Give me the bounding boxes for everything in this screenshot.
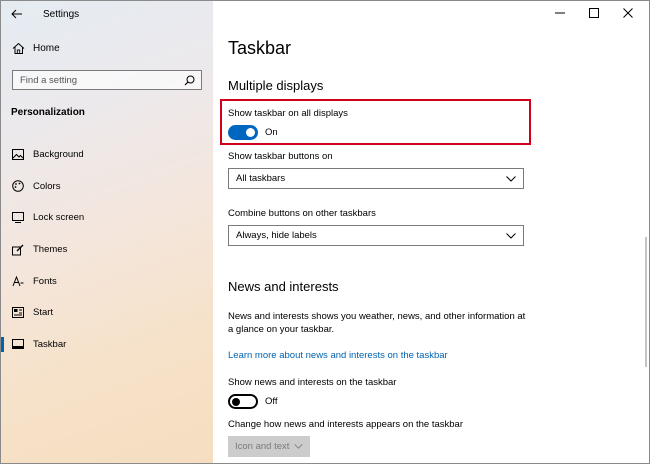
chevron-down-icon: [506, 175, 516, 182]
sidebar-item-label: Background: [33, 149, 84, 161]
sidebar-item-label: Fonts: [33, 275, 57, 287]
sidebar-item-label: Start: [33, 307, 54, 319]
sidebar-item-label: Themes: [33, 244, 68, 256]
lock-screen-icon: [11, 211, 25, 225]
chevron-down-icon: [294, 444, 303, 449]
taskbar-buttons-on-dropdown[interactable]: All taskbars: [228, 168, 524, 189]
sidebar-item-fonts[interactable]: Fonts: [1, 265, 213, 297]
sidebar-item-background[interactable]: Background: [1, 139, 213, 171]
chevron-down-icon: [506, 232, 516, 239]
sidebar-item-start[interactable]: Start: [1, 297, 213, 329]
search-icon[interactable]: [184, 75, 195, 86]
combine-buttons-label: Combine buttons on other taskbars: [228, 208, 376, 219]
search-box[interactable]: [12, 70, 202, 90]
title-bar: Settings: [1, 1, 213, 27]
show-taskbar-all-displays-toggle-row: On: [228, 125, 278, 140]
news-learn-more-link[interactable]: Learn more about news and interests on t…: [228, 350, 448, 361]
back-arrow-icon: [11, 9, 22, 19]
sidebar-item-label: Lock screen: [33, 212, 85, 224]
sidebar-item-label: Taskbar: [33, 338, 67, 350]
main-content: Taskbar Multiple displays Show taskbar o…: [213, 1, 649, 463]
page-title: Taskbar: [228, 38, 292, 58]
show-news-toggle-row: Off: [228, 394, 278, 409]
news-appearance-dropdown[interactable]: Icon and text: [228, 436, 310, 457]
taskbar-icon: [11, 337, 25, 351]
sidebar-item-label: Colors: [33, 180, 61, 192]
toggle-state-label: Off: [265, 396, 278, 407]
sidebar-item-lock-screen[interactable]: Lock screen: [1, 202, 213, 234]
section-label: Personalization: [11, 107, 85, 118]
toggle-knob: [232, 397, 240, 406]
settings-window: Settings Home Personalization Background…: [0, 0, 650, 464]
taskbar-buttons-on-label: Show taskbar buttons on: [228, 151, 333, 162]
scrollbar[interactable]: [645, 237, 647, 367]
back-button[interactable]: [3, 1, 31, 27]
sidebar-nav: Background Colors Lock screen Themes Fon…: [1, 139, 213, 360]
brush-icon: [11, 243, 25, 257]
sidebar-item-taskbar[interactable]: Taskbar: [1, 329, 213, 361]
section-heading-news-and-interests: News and interests: [228, 279, 339, 294]
image-icon: [11, 148, 25, 162]
toggle-knob: [246, 128, 255, 137]
show-taskbar-all-displays-toggle[interactable]: [228, 125, 258, 140]
home-icon: [11, 41, 25, 55]
dropdown-value: Icon and text: [235, 441, 290, 452]
change-news-appearance-label: Change how news and interests appears on…: [228, 419, 464, 430]
section-heading-multiple-displays: Multiple displays: [228, 78, 324, 93]
search-input[interactable]: [20, 74, 170, 86]
start-icon: [11, 306, 25, 320]
palette-icon: [11, 179, 25, 193]
show-news-label: Show news and interests on the taskbar: [228, 377, 397, 388]
home-link[interactable]: Home: [11, 41, 60, 55]
font-icon: [11, 274, 25, 288]
toggle-state-label: On: [265, 127, 278, 138]
sidebar-item-themes[interactable]: Themes: [1, 234, 213, 266]
combine-buttons-dropdown[interactable]: Always, hide labels: [228, 225, 524, 246]
show-news-toggle[interactable]: [228, 394, 258, 409]
show-taskbar-all-displays-label: Show taskbar on all displays: [228, 108, 348, 119]
dropdown-value: All taskbars: [236, 173, 286, 184]
dropdown-value: Always, hide labels: [236, 230, 317, 241]
sidebar-item-colors[interactable]: Colors: [1, 171, 213, 203]
app-title: Settings: [43, 8, 80, 20]
news-description: News and interests shows you weather, ne…: [228, 311, 526, 335]
sidebar: Settings Home Personalization Background…: [1, 1, 213, 463]
home-label: Home: [33, 42, 60, 54]
